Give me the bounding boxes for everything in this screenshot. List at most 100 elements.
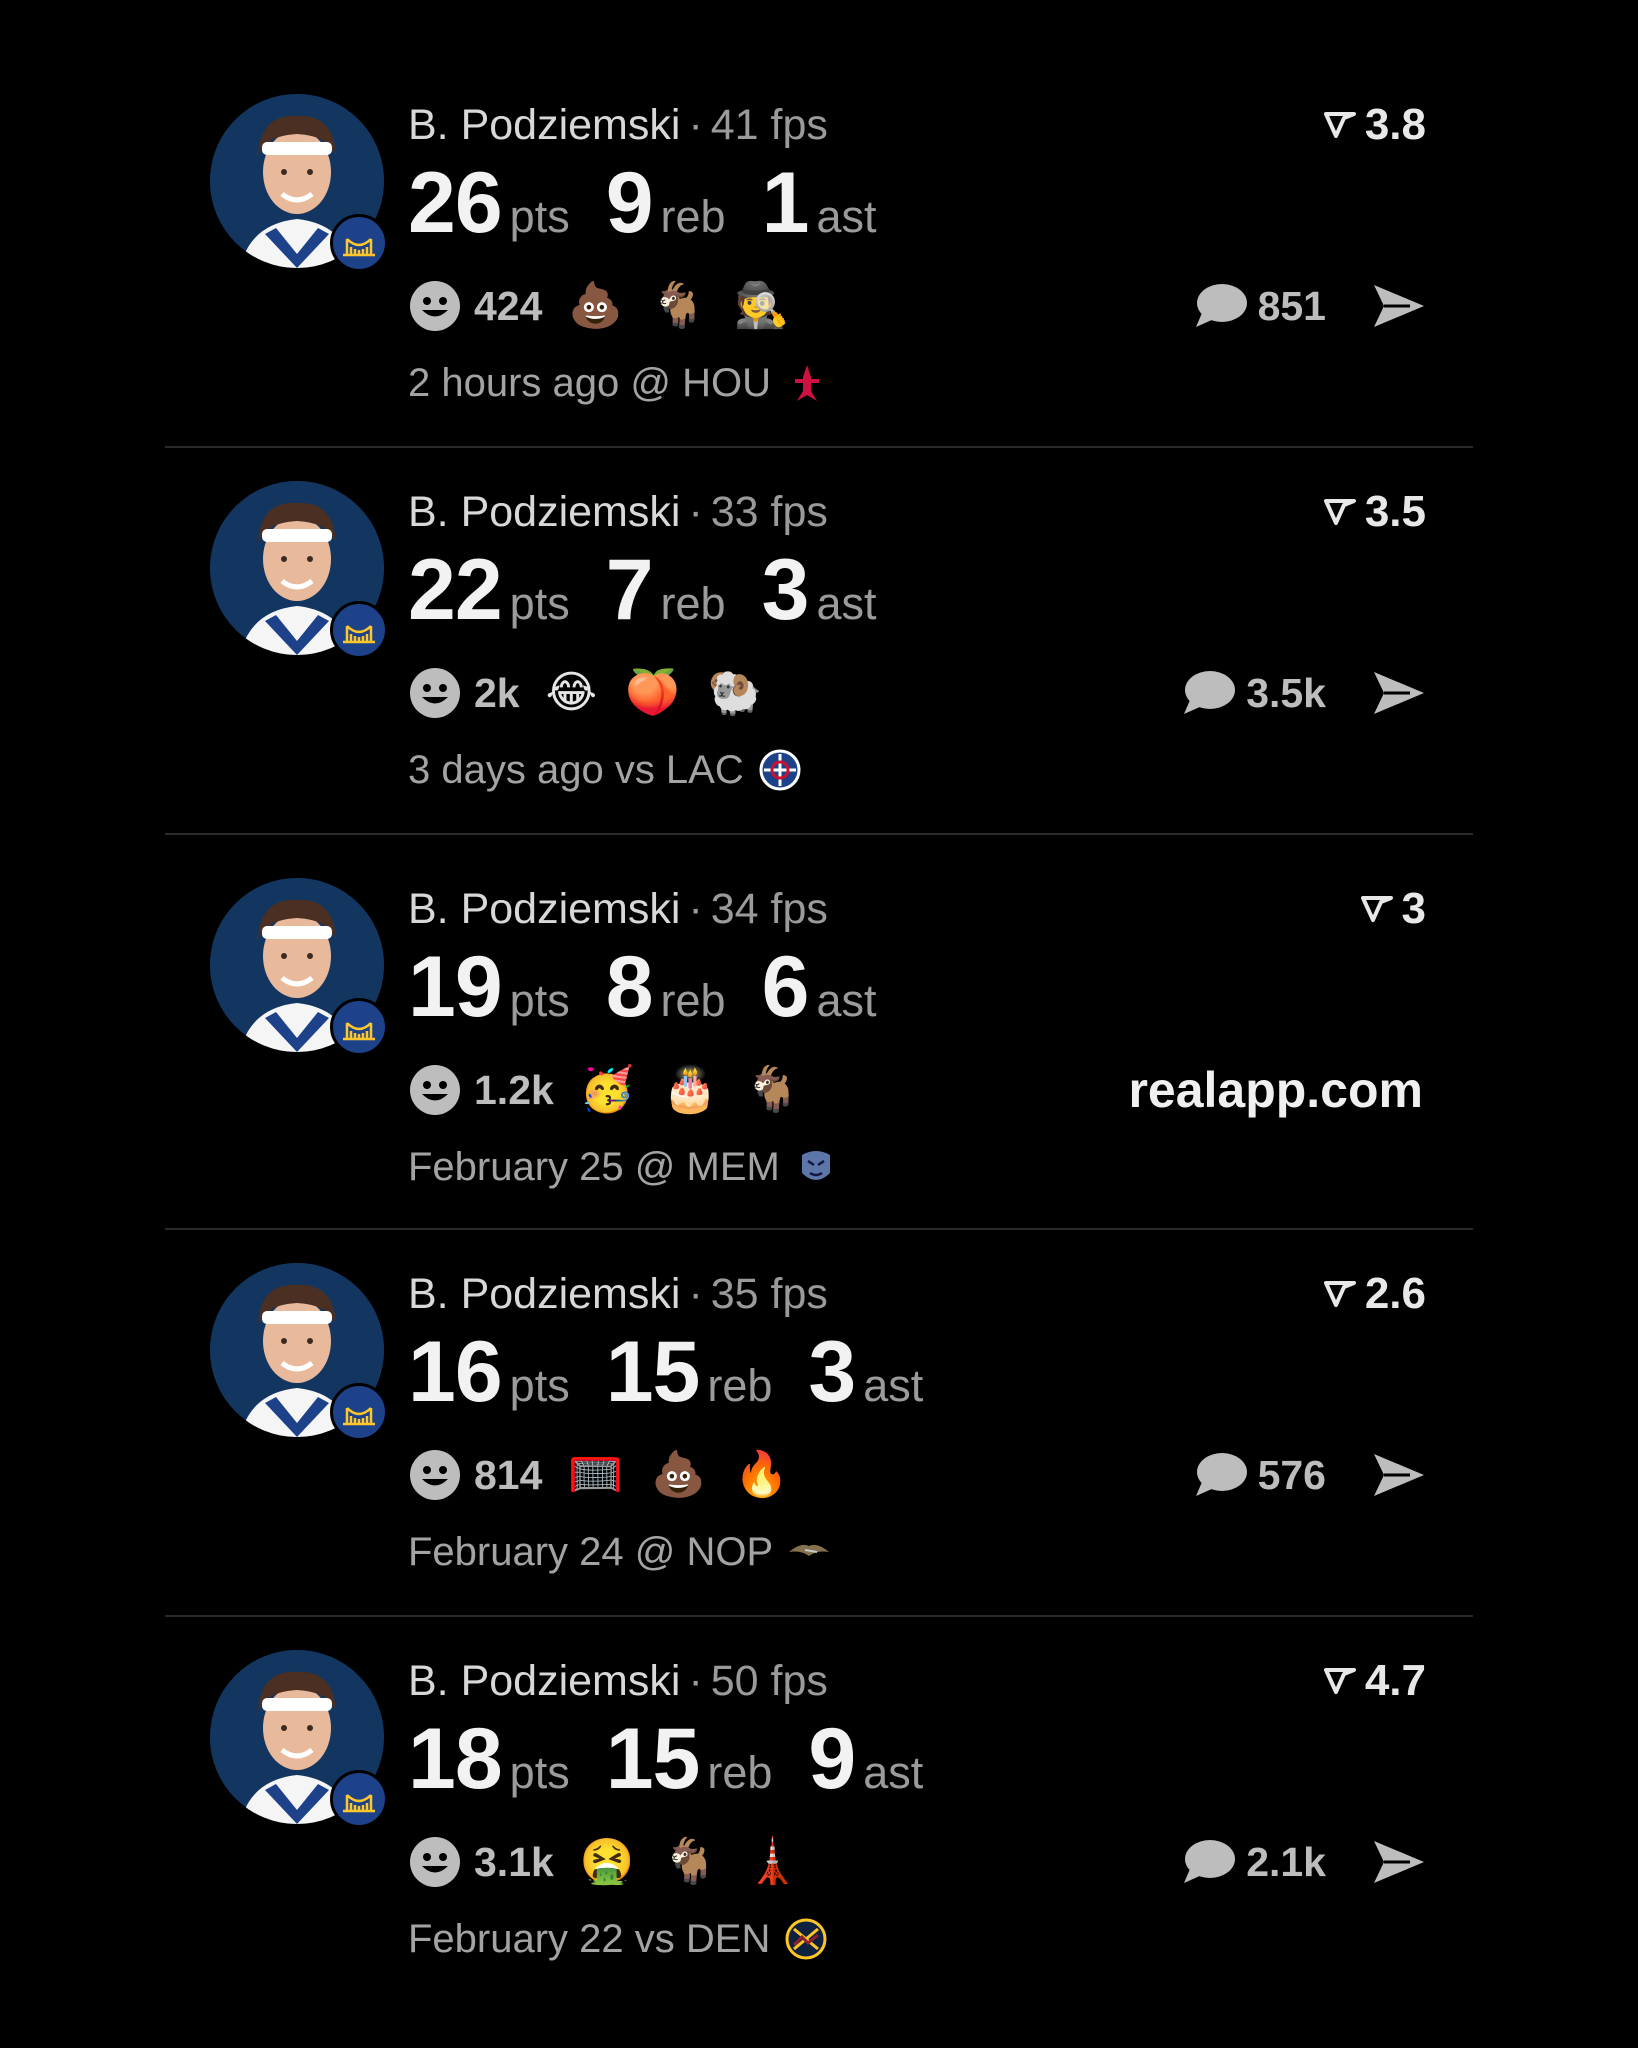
rebounds-label: reb: [660, 975, 726, 1026]
rebounds-label: reb: [707, 1360, 773, 1411]
fire-emoji[interactable]: 🔥: [734, 1450, 789, 1500]
fps-score: 41 fps: [710, 101, 828, 149]
poop-emoji[interactable]: 💩: [568, 281, 623, 331]
send-icon[interactable]: [1370, 281, 1428, 331]
ram-emoji[interactable]: 🐏: [708, 668, 763, 718]
separator: ·: [688, 1657, 703, 1705]
comment-icon[interactable]: [1192, 1450, 1248, 1500]
vomiting-face-emoji[interactable]: 🤮: [580, 1837, 635, 1887]
team-badge: [330, 1770, 388, 1828]
send-icon[interactable]: [1370, 668, 1428, 718]
basketball-net-emoji[interactable]: 🥅: [568, 1450, 623, 1500]
comment-icon[interactable]: [1180, 1837, 1236, 1887]
laughing-emoji[interactable]: 😂: [546, 668, 597, 718]
points-label: pts: [509, 191, 570, 242]
comment-area: 2.1k: [1180, 1832, 1428, 1892]
comment-icon[interactable]: [1192, 281, 1248, 331]
reaction-count: 3.1k: [474, 1838, 554, 1885]
rebounds-value: 15: [605, 1711, 701, 1807]
assists-value: 3: [761, 542, 810, 638]
post-header: B. Podziemski · 33 fps: [408, 487, 828, 537]
rebounds-label: reb: [660, 191, 726, 242]
smiley-icon[interactable]: [408, 1835, 462, 1889]
stat-line: 26 pts 9 reb 1 ast: [408, 158, 912, 248]
detective-emoji[interactable]: 🕵: [734, 281, 789, 331]
rating-value: 3: [1401, 884, 1426, 933]
player-name[interactable]: B. Podziemski: [408, 1657, 680, 1705]
rating-value: 4.7: [1364, 1656, 1426, 1705]
rating-value: 2.6: [1364, 1269, 1426, 1318]
points-label: pts: [509, 975, 570, 1026]
post-header: B. Podziemski · 35 fps: [408, 1269, 828, 1319]
rating: 2.6: [1323, 1269, 1426, 1319]
smiley-icon[interactable]: [408, 279, 462, 333]
separator: ·: [688, 488, 703, 536]
rebounds-value: 9: [605, 155, 654, 251]
comment-count: 576: [1257, 1451, 1326, 1498]
points-value: 19: [408, 939, 503, 1035]
points-label: pts: [509, 1360, 570, 1411]
reaction-count: 2k: [474, 669, 520, 716]
comment-count: 2.1k: [1246, 1838, 1326, 1885]
comment-icon[interactable]: [1180, 668, 1236, 718]
assists-label: ast: [863, 1747, 924, 1798]
player-name[interactable]: B. Podziemski: [408, 101, 680, 149]
player-name[interactable]: B. Podziemski: [408, 1270, 680, 1318]
post-header: B. Podziemski · 34 fps: [408, 884, 828, 934]
assists-value: 3: [808, 1324, 856, 1420]
post-card[interactable]: B. Podziemski · 34 fps 3 19 pts 8 reb 6 as…: [0, 784, 1638, 1189]
post-card[interactable]: B. Podziemski · 35 fps 2.6 16 pts 15 reb 3…: [0, 1169, 1638, 1574]
assists-value: 9: [808, 1711, 856, 1807]
goat-emoji[interactable]: 🐐: [663, 1837, 718, 1887]
separator: ·: [688, 885, 703, 933]
smiley-icon[interactable]: [408, 1448, 462, 1502]
rating-icon: [1323, 499, 1356, 525]
comment-count: 3.5k: [1246, 669, 1326, 716]
post-card[interactable]: B. Podziemski · 33 fps 3.5 22 pts 7 reb 3 …: [0, 387, 1638, 792]
nuggets-logo-icon: [785, 1918, 827, 1960]
player-name[interactable]: B. Podziemski: [408, 488, 680, 536]
peach-emoji[interactable]: 🍑: [625, 668, 680, 718]
rating: 3: [1360, 884, 1426, 934]
comment-area: 3.5k: [1180, 663, 1428, 723]
feed: B. Podziemski · 41 fps 3.8 26 pts 9 reb 1 …: [0, 0, 1638, 2048]
poop-emoji[interactable]: 💩: [651, 1450, 706, 1500]
assists-label: ast: [816, 191, 877, 242]
send-icon[interactable]: [1370, 1837, 1428, 1887]
assists-value: 1: [761, 155, 810, 251]
rating: 4.7: [1323, 1656, 1426, 1706]
team-badge: [330, 1383, 388, 1441]
tower-emoji[interactable]: 🗼: [745, 1837, 800, 1887]
game-meta: February 22 vs DEN: [408, 1914, 828, 1964]
rating-value: 3.5: [1364, 487, 1426, 536]
stat-line: 19 pts 8 reb 6 ast: [408, 942, 912, 1032]
rebounds-value: 7: [605, 542, 654, 638]
team-badge: [330, 214, 388, 272]
goat-emoji[interactable]: 🐐: [651, 281, 706, 331]
post-header: B. Podziemski · 41 fps: [408, 100, 828, 150]
assists-label: ast: [816, 578, 877, 629]
stat-line: 16 pts 15 reb 3 ast: [408, 1327, 959, 1417]
fps-score: 35 fps: [710, 1270, 828, 1318]
post-card[interactable]: B. Podziemski · 41 fps 3.8 26 pts 9 reb 1 …: [0, 0, 1638, 405]
smiley-icon[interactable]: [408, 666, 462, 720]
birthday-cake-emoji[interactable]: 🎂: [663, 1065, 718, 1115]
points-value: 22: [408, 542, 503, 638]
game-time-opponent: February 22 vs DEN: [408, 1917, 771, 1961]
points-label: pts: [509, 578, 570, 629]
smiley-icon[interactable]: [408, 1063, 462, 1117]
separator: ·: [688, 101, 703, 149]
comment-count: 851: [1257, 282, 1326, 329]
goat-emoji[interactable]: 🐐: [745, 1065, 800, 1115]
party-face-emoji[interactable]: 🥳: [580, 1065, 635, 1115]
rating-icon: [1360, 896, 1393, 922]
fps-score: 34 fps: [710, 885, 828, 933]
reaction-count: 1.2k: [474, 1066, 554, 1113]
assists-value: 6: [761, 939, 810, 1035]
points-label: pts: [509, 1747, 570, 1798]
reactions-bar: 1.2k 🥳 🎂 🐐: [408, 1060, 828, 1120]
post-card[interactable]: B. Podziemski · 50 fps 4.7 18 pts 15 reb 9…: [0, 1556, 1638, 1961]
fps-score: 50 fps: [710, 1657, 828, 1705]
send-icon[interactable]: [1370, 1450, 1428, 1500]
player-name[interactable]: B. Podziemski: [408, 885, 680, 933]
